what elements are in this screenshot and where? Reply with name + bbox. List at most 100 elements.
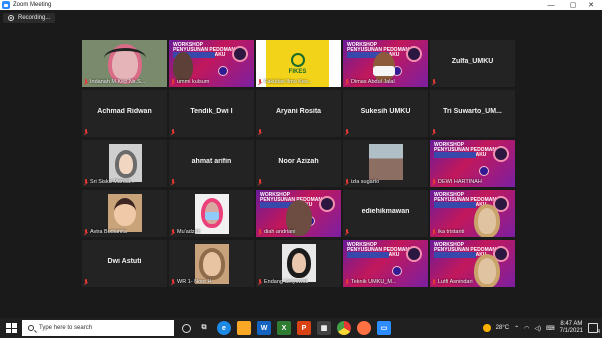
edge-icon[interactable]: e	[217, 321, 231, 335]
participant-name: Teknik UMKU_M...	[351, 279, 397, 285]
window-title: Zoom Meeting	[13, 2, 52, 8]
close-button[interactable]: ✕	[580, 0, 602, 10]
participant-name: Avira Budianita	[90, 229, 127, 235]
participant-name: Mu'adzah	[177, 229, 201, 235]
participant-tile[interactable]: Tri Suwarto_UM...	[430, 90, 515, 137]
excel-icon[interactable]: X	[277, 321, 291, 335]
zoom-app-icon	[2, 1, 10, 9]
muted-mic-icon	[258, 79, 262, 85]
minimize-button[interactable]: —	[540, 0, 562, 10]
muted-mic-icon	[432, 229, 436, 235]
participant-tile[interactable]: izla sugarto	[343, 140, 428, 187]
task-view-icon[interactable]: ⧉	[197, 321, 211, 335]
participant-tile[interactable]: WORKSHOPPENYUSUNAN PEDOMANOPERASIONAL BA…	[343, 40, 428, 87]
muted-mic-icon	[345, 179, 349, 185]
network-icon[interactable]: ◠	[524, 325, 529, 332]
participant-tile[interactable]: Tendik_Dwi I	[169, 90, 254, 137]
participant-tile[interactable]: Indanah M.Kep.Ns.S...	[82, 40, 167, 87]
participant-name-label: ika tristanti	[432, 228, 464, 236]
participant-tile[interactable]: WORKSHOPPENYUSUNAN PEDOMANOPERASIONAL BA…	[256, 190, 341, 237]
muted-mic-icon	[432, 279, 436, 285]
file-explorer-icon[interactable]	[237, 321, 251, 335]
taskbar-search-box[interactable]: Type here to search	[22, 320, 174, 336]
participant-tile[interactable]: Mu'adzah	[169, 190, 254, 237]
muted-mic-icon	[171, 179, 175, 185]
participant-name-label: Endang Setyowati	[258, 278, 308, 286]
participant-tile[interactable]: Sri Siska Mardia...	[82, 140, 167, 187]
participant-name-label: Avira Budianita	[84, 228, 127, 236]
participant-tile[interactable]: ediehikmawan	[343, 190, 428, 237]
participant-tile[interactable]: Noor Azizah	[256, 140, 341, 187]
muted-mic-icon	[171, 129, 175, 135]
participant-name: Tri Suwarto_UM...	[443, 108, 502, 115]
participant-name-label: Teknik UMKU_M...	[345, 278, 397, 286]
participant-name: Sukesih UMKU	[360, 108, 411, 115]
participant-name-label: Mu'adzah	[171, 228, 201, 236]
participant-tile[interactable]: Dwi Astuti	[82, 240, 167, 287]
participant-name: Indanah M.Kep.Ns.S...	[90, 79, 146, 85]
logo-text: FIKES	[288, 68, 307, 75]
muted-mic-icon	[84, 79, 88, 85]
participant-name-label: DEWI HARTINAH	[432, 178, 482, 186]
participant-tile[interactable]: WORKSHOPPENYUSUNAN PEDOMANOPERASIONAL BA…	[430, 140, 515, 187]
participant-name: Achmad Ridwan	[97, 108, 152, 115]
muted-mic-icon	[171, 79, 175, 85]
notification-center-icon[interactable]: 4	[588, 323, 600, 335]
participant-name: izla sugarto	[351, 179, 380, 185]
participant-tile[interactable]: Sukesih UMKU	[343, 90, 428, 137]
participant-name-label: Sri Siska Mardia...	[84, 178, 135, 186]
participant-name: Noor Azizah	[278, 158, 319, 165]
temperature-label[interactable]: 28°C	[496, 325, 509, 331]
volume-icon[interactable]: ◁)	[534, 325, 541, 332]
muted-mic-icon	[432, 129, 436, 135]
zoom-taskbar-icon[interactable]: ▭	[377, 321, 391, 335]
participant-tile[interactable]: Achmad Ridwan	[82, 90, 167, 137]
store-icon[interactable]: ▦	[317, 321, 331, 335]
muted-mic-icon	[171, 279, 175, 285]
cortana-icon[interactable]	[182, 323, 191, 333]
muted-mic-icon	[84, 279, 88, 285]
firefox-icon[interactable]	[357, 321, 371, 335]
word-icon[interactable]: W	[257, 321, 271, 335]
participant-tile[interactable]: WR 1- Noor H	[169, 240, 254, 287]
muted-mic-icon	[171, 229, 175, 235]
participant-tile[interactable]: Endang Setyowati	[256, 240, 341, 287]
participant-tile[interactable]: WORKSHOPPENYUSUNAN PEDOMANOPERASIONAL BA…	[430, 190, 515, 237]
participant-tile[interactable]: FIKES Fakultas Ilmu Kes...	[256, 40, 341, 87]
show-hidden-icons-icon[interactable]: ⌃	[514, 325, 519, 332]
notification-count: 4	[597, 329, 600, 335]
weather-icon[interactable]	[482, 324, 491, 332]
participant-tile[interactable]: WORKSHOPPENYUSUNAN PEDOMANOPERASIONAL BA…	[343, 240, 428, 287]
participant-name: Dwi Astuti	[107, 258, 142, 265]
powerpoint-icon[interactable]: P	[297, 321, 311, 335]
participant-name-label: Indanah M.Kep.Ns.S...	[84, 78, 145, 86]
window-titlebar: Zoom Meeting — ▢ ✕	[0, 0, 602, 10]
gallery-grid: Indanah M.Kep.Ns.S... WORKSHOP PENYUSUNAN …	[82, 40, 520, 287]
recording-indicator[interactable]: Recording...	[3, 13, 56, 23]
chrome-icon[interactable]	[337, 321, 351, 335]
participant-tile[interactable]: WORKSHOPPENYUSUNAN PEDOMANOPERASIONAL BA…	[430, 240, 515, 287]
windows-taskbar: Type here to search ⧉ e W X P ▦ ▭ 28°C ⌃…	[0, 318, 602, 338]
clock-date: 7/1/2021	[559, 328, 583, 334]
participant-name: Tendik_Dwi I	[190, 108, 233, 115]
participant-tile[interactable]: Aryani Rosita	[256, 90, 341, 137]
record-icon	[8, 15, 14, 21]
windows-start-button[interactable]	[4, 321, 18, 335]
language-icon[interactable]: ⌨	[546, 325, 555, 332]
participant-name: Endang Setyowati	[264, 279, 309, 285]
participant-name: Fakultas Ilmu Kes...	[264, 79, 313, 85]
participant-name-label: izla sugarto	[345, 178, 379, 186]
search-placeholder: Type here to search	[39, 325, 93, 331]
search-icon	[28, 325, 34, 331]
participant-tile[interactable]: Avira Budianita	[82, 190, 167, 237]
muted-mic-icon	[432, 179, 436, 185]
taskbar-clock[interactable]: 8:47 AM 7/1/2021	[560, 321, 583, 335]
participant-tile[interactable]: Zulfa_UMKU	[430, 40, 515, 87]
muted-mic-icon	[258, 229, 262, 235]
muted-mic-icon	[84, 229, 88, 235]
participant-name: Sri Siska Mardia...	[90, 179, 135, 185]
participant-tile[interactable]: ahmat arifin	[169, 140, 254, 187]
participant-name: Aryani Rosita	[275, 108, 322, 115]
participant-tile[interactable]: WORKSHOPPENYUSUNAN PEDOMANOPERASIONAL BA…	[169, 40, 254, 87]
muted-mic-icon	[345, 129, 349, 135]
